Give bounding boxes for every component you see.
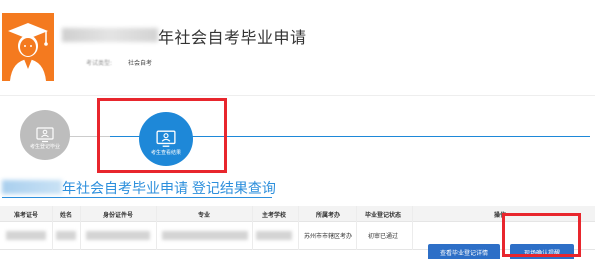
column-divider <box>356 206 357 250</box>
header-divider <box>0 95 595 96</box>
heading-underline <box>2 197 272 198</box>
view-detail-button[interactable]: 查看毕业登记详情 <box>428 244 500 259</box>
redacted-heading-year <box>2 180 62 194</box>
column-header: 身份证件号 <box>102 212 134 219</box>
column-header: 准考证号 <box>13 212 39 219</box>
column-header: 所属考办 <box>315 212 341 219</box>
redacted-cell <box>86 231 150 240</box>
column-divider <box>412 206 413 250</box>
monitor-user-icon <box>36 127 54 143</box>
graduate-avatar-icon <box>2 13 54 81</box>
step-label: 考生登记毕业 <box>29 144 60 150</box>
column-header: 姓名 <box>59 212 73 219</box>
column-divider <box>298 206 299 250</box>
status-cell: 初审已通过 <box>367 233 399 240</box>
top-breadcrumb-strip <box>0 0 595 5</box>
column-header: 专业 <box>197 212 211 219</box>
column-header: 毕业登记状态 <box>364 212 402 219</box>
result-query-heading: 年社会自考毕业申请 登记结果查询 <box>62 180 276 196</box>
redacted-cell <box>256 231 292 240</box>
office-cell: 苏州市市辖区考办 <box>303 233 353 240</box>
column-divider <box>252 206 253 250</box>
column-divider <box>80 206 81 250</box>
page-title: 年社会自考毕业申请 <box>158 30 307 47</box>
highlight-box-operation <box>502 213 581 257</box>
exam-type-label: 考试类型: <box>86 60 113 67</box>
redacted-year <box>62 28 158 42</box>
column-divider <box>156 206 157 250</box>
highlight-box-step <box>97 98 227 173</box>
column-divider <box>52 206 53 250</box>
exam-type-value: 社会自考 <box>128 60 153 67</box>
redacted-cell <box>6 231 46 240</box>
redacted-cell <box>56 231 76 240</box>
step-register-graduation[interactable]: 考生登记毕业 <box>20 110 70 160</box>
column-header: 主考学校 <box>261 212 287 219</box>
redacted-cell <box>162 231 248 240</box>
